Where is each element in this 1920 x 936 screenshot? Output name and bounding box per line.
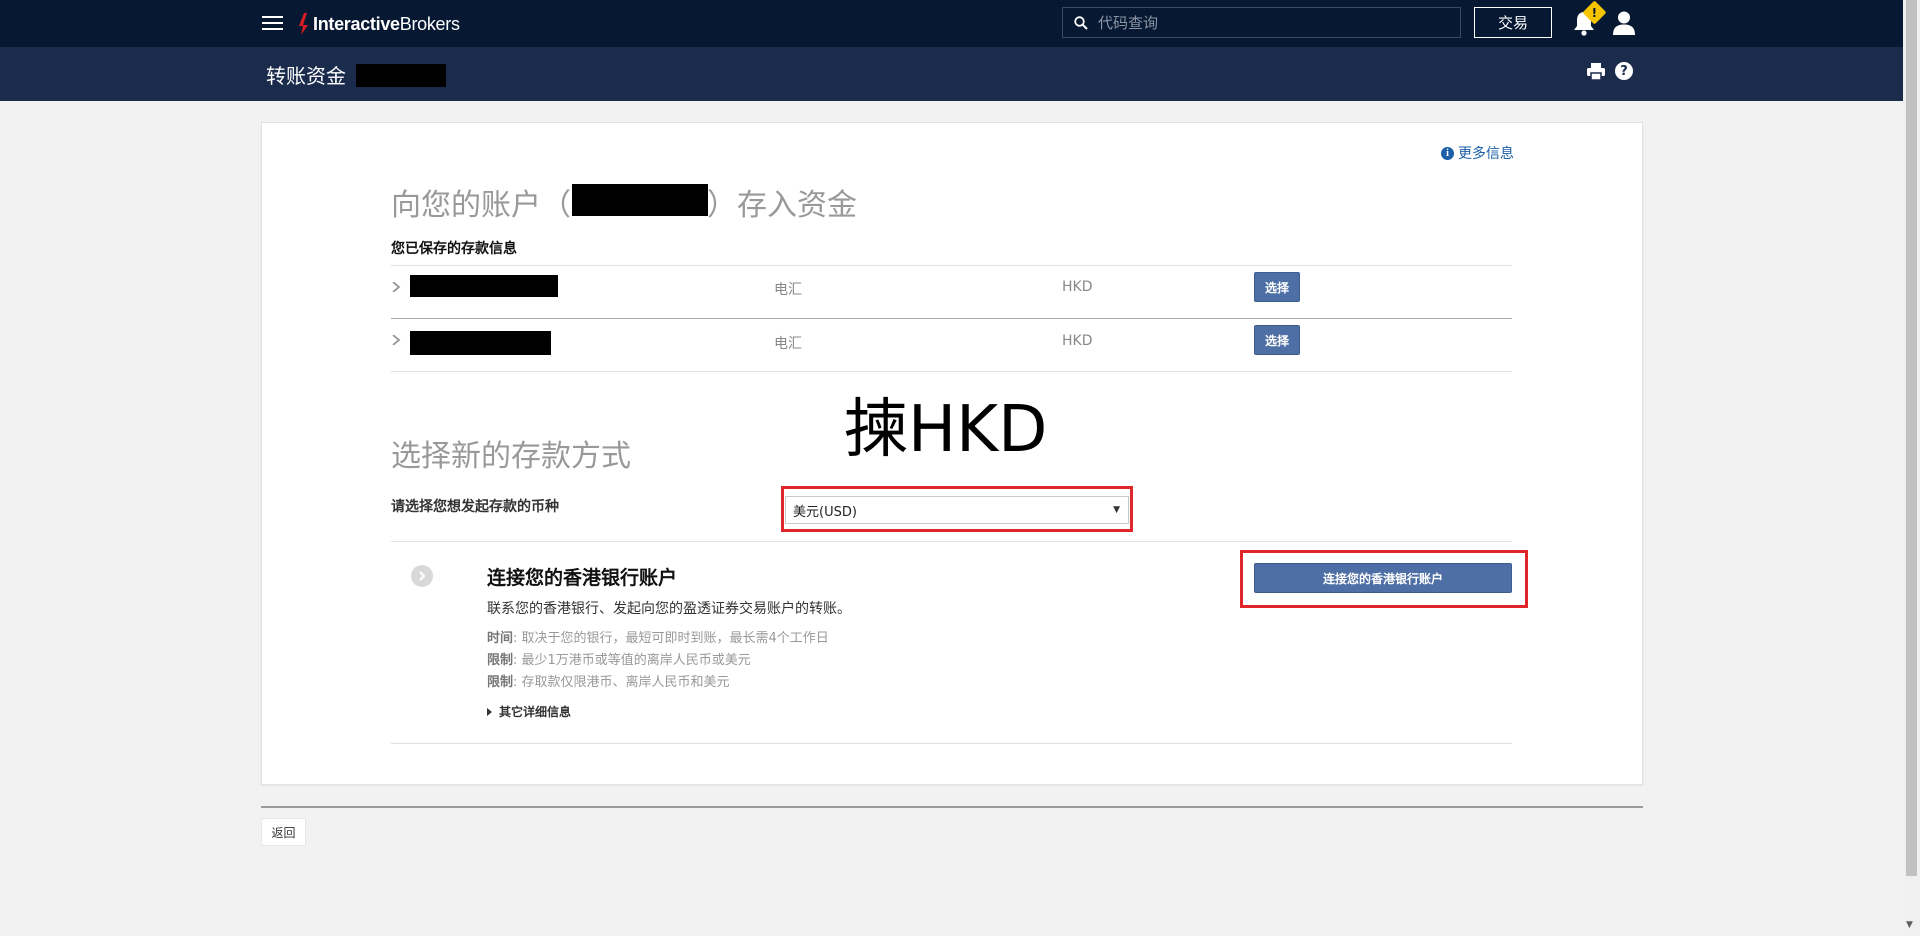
chevron-right-icon[interactable]	[391, 335, 401, 345]
dropdown-arrow-icon: ▼	[1113, 505, 1120, 515]
method-detail-time: 时间: 取决于您的银行，最短可即时到账，最长需4个工作日	[487, 627, 829, 646]
annotation-overlay-text: 揀HKD	[844, 393, 1048, 467]
page-title: 转账资金	[266, 64, 346, 88]
caret-right-icon	[487, 707, 492, 716]
row-divider	[391, 318, 1512, 319]
detail-value: : 存取款仅限港币、离岸人民币和美元	[513, 675, 730, 690]
detail-value: : 取决于您的银行，最短可即时到账，最长需4个工作日	[513, 631, 829, 646]
saved-row-method: 电汇	[774, 336, 802, 352]
saved-row-currency: HKD	[1062, 333, 1093, 349]
redacted-account-id	[356, 64, 446, 87]
deposit-heading-suffix: ）存入资金	[707, 188, 857, 223]
top-nav-bar: InteractiveBrokers 交易 !	[0, 0, 1903, 47]
currency-select-label: 请选择您想发起存款的币种	[391, 499, 559, 515]
select-saved-button[interactable]: 选择	[1254, 272, 1300, 302]
redacted-bank-name	[410, 331, 551, 355]
detail-value: : 最少1万港币或等值的离岸人民币或美元	[513, 653, 751, 668]
method-title: 连接您的香港银行账户	[487, 567, 678, 589]
print-icon[interactable]	[1587, 63, 1605, 80]
new-method-heading: 选择新的存款方式	[391, 439, 631, 474]
other-details-toggle[interactable]: 其它详细信息	[487, 703, 571, 720]
help-icon[interactable]: ?	[1615, 62, 1633, 80]
circle-chevron-icon[interactable]	[411, 565, 433, 587]
select-saved-button[interactable]: 选择	[1254, 325, 1300, 355]
more-info-label: 更多信息	[1458, 146, 1514, 162]
connect-hk-bank-button[interactable]: 连接您的香港银行账户	[1254, 563, 1512, 593]
detail-key: 限制	[487, 653, 514, 668]
method-detail-limit: 限制: 最少1万港币或等值的离岸人民币或美元	[487, 649, 751, 668]
notification-badge-text: !	[1591, 5, 1598, 20]
back-button[interactable]: 返回	[261, 818, 306, 846]
row-divider	[391, 371, 1512, 372]
scroll-down-arrow-icon[interactable]: ▼	[1906, 920, 1913, 930]
saved-row-currency: HKD	[1062, 279, 1093, 295]
scrollbar-thumb[interactable]	[1906, 0, 1917, 876]
redacted-heading-account	[572, 184, 708, 216]
saved-row-method: 电汇	[774, 282, 802, 298]
deposit-heading-prefix: 向您的账户（	[391, 188, 571, 223]
brand-name-bold: Interactive	[313, 13, 400, 34]
other-details-label: 其它详细信息	[499, 705, 572, 719]
more-info-link[interactable]: i 更多信息	[1441, 143, 1514, 163]
row-divider	[391, 541, 1512, 542]
brand-name-light: Brokers	[399, 13, 460, 34]
currency-dropdown[interactable]: 美元(USD) ▼	[785, 496, 1129, 524]
symbol-search-input[interactable]	[1098, 13, 1438, 32]
chevron-right-icon[interactable]	[391, 282, 401, 292]
symbol-search-box[interactable]	[1062, 7, 1461, 38]
search-icon	[1074, 15, 1088, 30]
ib-logo-icon	[299, 13, 308, 35]
info-icon: i	[1441, 146, 1454, 160]
redacted-bank-name	[410, 275, 558, 297]
row-divider	[391, 265, 1512, 266]
menu-icon[interactable]	[262, 15, 283, 31]
currency-dropdown-value: 美元(USD)	[793, 504, 857, 520]
method-description: 联系您的香港银行、发起向您的盈透证券交易账户的转账。	[487, 601, 851, 617]
detail-key: 限制	[487, 675, 514, 690]
brand-logo[interactable]: Interactive Brokers	[298, 12, 460, 36]
user-icon[interactable]	[1612, 10, 1636, 36]
saved-deposit-info-label: 您已保存的存款信息	[391, 241, 517, 257]
footer-divider	[261, 806, 1643, 808]
method-detail-limit: 限制: 存取款仅限港币、离岸人民币和美元	[487, 671, 730, 690]
row-divider	[391, 743, 1512, 744]
detail-key: 时间	[487, 631, 514, 646]
trade-button[interactable]: 交易	[1474, 7, 1552, 38]
